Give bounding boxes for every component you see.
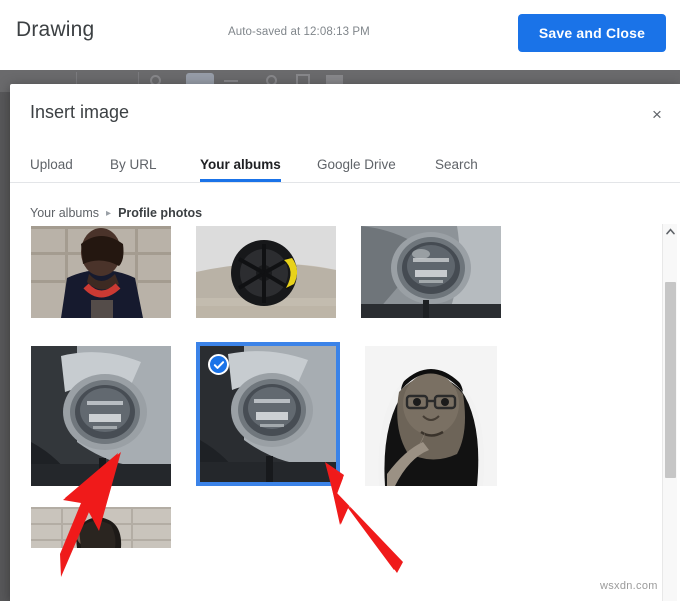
thumbnail-image <box>31 226 171 318</box>
thumbnail-portrait-red-necklace[interactable] <box>31 226 171 318</box>
tab-label: Upload <box>30 156 73 172</box>
dialog-tabs: Upload By URL Your albums Google Drive S… <box>10 146 680 182</box>
app-header: Drawing Auto-saved at 12:08:13 PM Save a… <box>0 0 680 70</box>
breadcrumb-separator-icon: ▸ <box>106 207 112 219</box>
thumbnail-car-wheel[interactable] <box>196 226 336 318</box>
thumbnail-portrait-bw-glasses[interactable] <box>365 346 497 486</box>
album-image-grid <box>10 224 680 548</box>
tab-your-albums[interactable]: Your albums <box>200 146 281 182</box>
thumbnail-portrait-brick-wall-partial[interactable] <box>31 507 171 548</box>
breadcrumb-current-album: Profile photos <box>118 206 203 220</box>
dialog-title: Insert image <box>30 102 130 122</box>
tab-label: Google Drive <box>317 156 396 172</box>
thumbnail-image <box>31 346 171 486</box>
tab-label: Your albums <box>200 156 281 172</box>
breadcrumb-your-albums[interactable]: Your albums <box>30 206 99 220</box>
tab-google-drive[interactable]: Google Drive <box>317 146 396 182</box>
page-title: Drawing <box>16 18 95 41</box>
breadcrumb: Your albums ▸ Profile photos <box>30 206 202 220</box>
thumbnail-image <box>365 346 497 486</box>
background-line-icon <box>224 80 238 82</box>
check-circle-icon <box>208 354 229 375</box>
thumbnail-car-headlight-angle[interactable] <box>31 346 171 486</box>
thumbnail-image <box>31 507 171 548</box>
close-icon[interactable]: × <box>642 100 672 130</box>
watermark: wsxdn.com <box>600 580 658 592</box>
chevron-up-icon[interactable] <box>663 224 678 239</box>
thumbnail-car-headlight-front[interactable] <box>361 226 501 318</box>
grid-scrollbar[interactable] <box>662 224 677 601</box>
tab-by-url[interactable]: By URL <box>110 146 157 182</box>
scrollbar-thumb[interactable] <box>665 282 676 478</box>
tab-upload[interactable]: Upload <box>30 146 73 182</box>
tabs-divider <box>10 182 680 183</box>
thumbnail-image <box>196 226 336 318</box>
tab-label: By URL <box>110 156 157 172</box>
save-and-close-button[interactable]: Save and Close <box>518 14 666 52</box>
insert-image-dialog: Insert image × Upload By URL Your albums… <box>10 84 680 601</box>
thumbnail-car-headlight-selected[interactable] <box>196 342 340 486</box>
thumbnail-image <box>361 226 501 318</box>
tab-label: Search <box>435 156 478 172</box>
screenshot-root: Drawing Auto-saved at 12:08:13 PM Save a… <box>0 0 680 601</box>
autosave-status: Auto-saved at 12:08:13 PM <box>228 26 370 38</box>
tab-search[interactable]: Search <box>435 146 478 182</box>
